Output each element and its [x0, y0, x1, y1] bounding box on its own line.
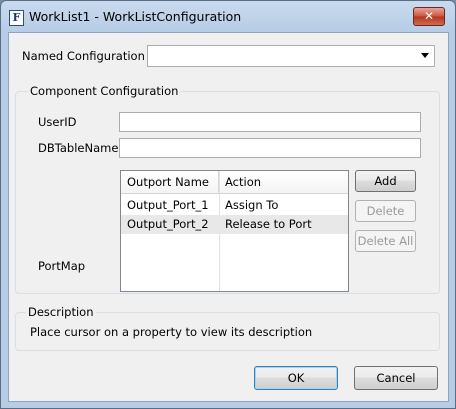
dialog-client-area: Named Configuration Component Configurat…: [8, 32, 449, 402]
description-title: Description: [26, 305, 96, 319]
add-button[interactable]: Add: [355, 170, 416, 192]
description-group: Description Place cursor on a property t…: [15, 305, 440, 351]
table-row[interactable]: Output_Port_1 Assign To: [121, 196, 348, 215]
column-header-action[interactable]: Action: [219, 171, 348, 194]
title-bar[interactable]: F WorkList1 - WorkListConfiguration ✕: [1, 1, 455, 31]
description-text: Place cursor on a property to view its d…: [30, 325, 313, 339]
userid-label: UserID: [38, 115, 77, 129]
portmap-label: PortMap: [38, 259, 86, 273]
table-row-selected[interactable]: Output_Port_2 Release to Port: [121, 215, 348, 234]
app-icon: F: [9, 10, 24, 26]
dbtablename-label: DBTableName: [38, 141, 119, 155]
cell-action: Release to Port: [225, 217, 312, 231]
named-configuration-label: Named Configuration: [22, 49, 145, 63]
close-icon: ✕: [423, 9, 435, 23]
column-header-outport-name[interactable]: Outport Name: [121, 171, 219, 194]
cell-action: Assign To: [225, 198, 279, 212]
ok-button[interactable]: OK: [254, 366, 338, 390]
portmap-table[interactable]: Outport Name Action Output_Port_1 Assign…: [120, 170, 349, 292]
window-title: WorkList1 - WorkListConfiguration: [29, 9, 242, 24]
userid-field[interactable]: [119, 112, 421, 132]
dbtablename-field[interactable]: [119, 138, 421, 158]
delete-all-button[interactable]: Delete All: [355, 230, 416, 252]
cell-outport-name: Output_Port_2: [127, 217, 209, 231]
named-configuration-dropdown[interactable]: [147, 45, 435, 67]
cancel-button[interactable]: Cancel: [354, 366, 438, 390]
component-configuration-title: Component Configuration: [28, 84, 181, 98]
dialog-window: F WorkList1 - WorkListConfiguration ✕ Na…: [0, 0, 456, 409]
delete-button[interactable]: Delete: [355, 200, 416, 222]
cell-outport-name: Output_Port_1: [127, 198, 209, 212]
chevron-down-icon[interactable]: [421, 53, 429, 58]
close-button[interactable]: ✕: [413, 7, 445, 26]
